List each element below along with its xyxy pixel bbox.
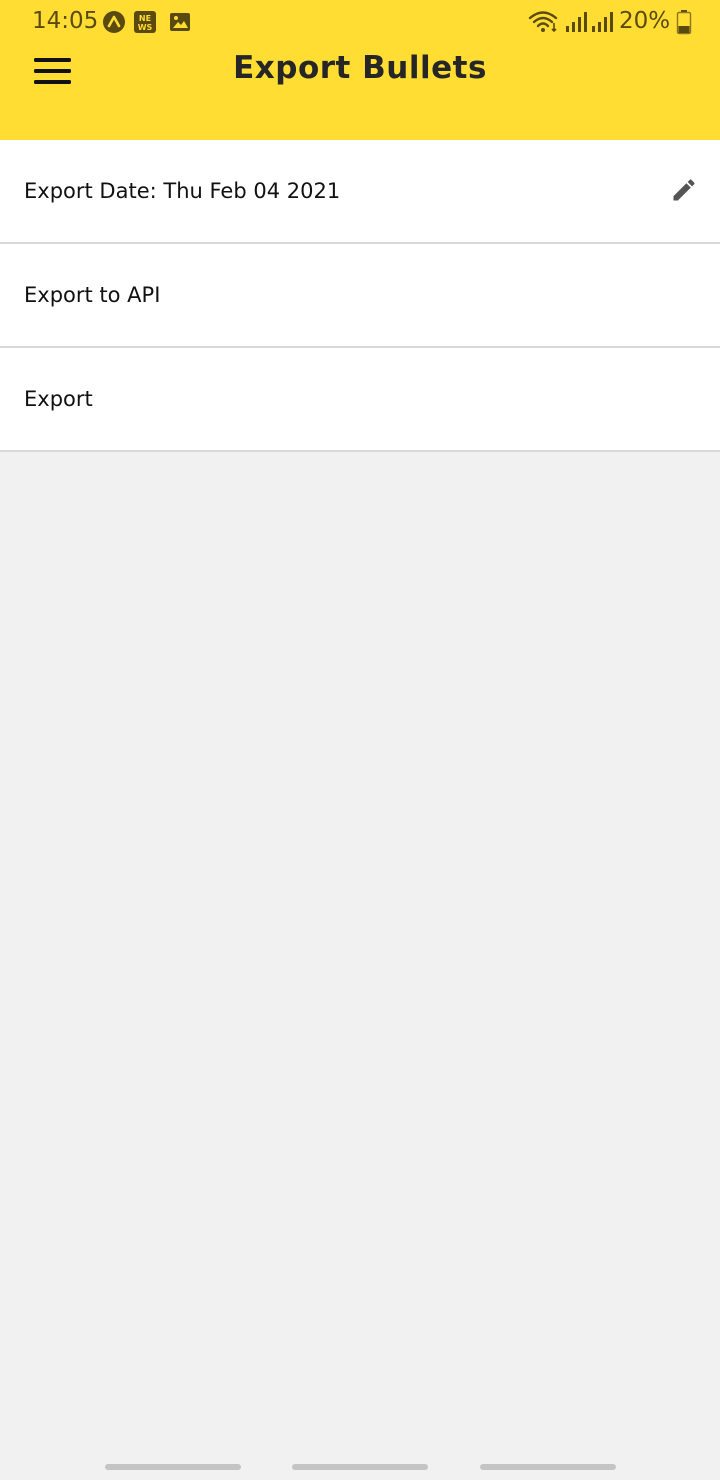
signal-icon [590, 10, 614, 38]
app-header: 14:05 NE WS 20% Export Bullets [0, 0, 720, 140]
signal-icon [564, 10, 588, 38]
export-options-list: Export Date: Thu Feb 04 2021 Export to A… [0, 140, 720, 452]
battery-percentage: 20% [619, 8, 671, 34]
export-label: Export [24, 387, 93, 411]
svg-text:WS: WS [138, 23, 153, 32]
nav-handle-left[interactable] [105, 1464, 241, 1470]
status-bar: 14:05 NE WS 20% [0, 0, 720, 44]
page-title: Export Bullets [233, 50, 487, 86]
list-item-export[interactable]: Export [0, 348, 720, 452]
list-item-export-to-api[interactable]: Export to API [0, 244, 720, 348]
battery-icon [676, 9, 692, 39]
export-to-api-label: Export to API [24, 283, 161, 307]
pencil-edit-icon [673, 179, 695, 201]
nav-handle-right[interactable] [480, 1464, 616, 1470]
nav-handle-center[interactable] [292, 1464, 428, 1470]
app-a-icon [102, 10, 126, 38]
status-time: 14:05 [32, 8, 99, 34]
image-icon [168, 10, 192, 38]
news-icon: NE WS [133, 10, 157, 38]
edit-date-button[interactable] [670, 176, 698, 204]
wifi-icon [528, 9, 560, 39]
list-item-export-date[interactable]: Export Date: Thu Feb 04 2021 [0, 140, 720, 244]
svg-text:NE: NE [139, 14, 151, 23]
export-date-label: Export Date: Thu Feb 04 2021 [24, 179, 341, 203]
